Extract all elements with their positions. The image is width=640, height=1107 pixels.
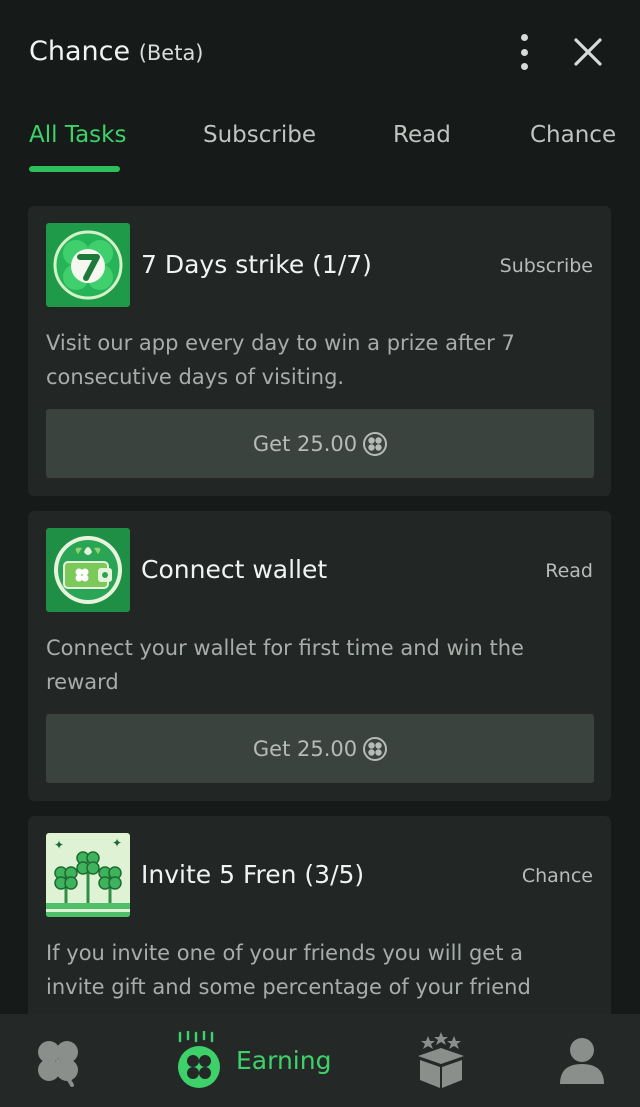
more-vertical-icon[interactable] (513, 34, 535, 70)
user-icon (560, 1037, 604, 1084)
get-reward-button[interactable]: Get 25.00 (46, 409, 594, 478)
bottom-navigation: Earning (0, 1014, 640, 1107)
svg-text:✦: ✦ (112, 836, 122, 850)
lucky-seven-clover-icon (46, 223, 130, 307)
task-title: Connect wallet (141, 555, 328, 584)
beta-label: (Beta) (138, 41, 204, 65)
clover-coin-icon (363, 736, 388, 761)
earning-clover-icon (178, 1030, 220, 1088)
clover-plants-icon: ✦ ✦ (46, 833, 130, 917)
nav-home[interactable] (32, 1014, 84, 1107)
tab-bar: All Tasks Subscribe Read Chance (0, 110, 640, 174)
clover-icon (38, 1040, 78, 1087)
get-reward-button[interactable]: Get 25.00 (46, 714, 594, 783)
close-icon[interactable] (570, 34, 606, 70)
nav-rewards[interactable] (412, 1014, 470, 1107)
task-description: Connect your wallet for first time and w… (46, 636, 524, 694)
task-card: ✦ ✦ Invite 5 Fren (3/5) Chance If you in… (28, 816, 611, 1014)
page-title: Chance (Beta) (29, 36, 204, 67)
task-description: If you invite one of your friends you wi… (46, 941, 531, 999)
clover-coin-icon (363, 431, 388, 456)
tab-all-tasks[interactable]: All Tasks (29, 122, 126, 148)
get-reward-label: Get 25.00 (252, 431, 358, 456)
task-category: Read (545, 560, 593, 582)
task-description: Visit our app every day to win a prize a… (46, 331, 515, 389)
tab-read[interactable]: Read (393, 122, 451, 148)
task-category: Subscribe (499, 255, 593, 277)
wallet-clover-icon (46, 528, 130, 612)
tab-subscribe[interactable]: Subscribe (203, 122, 316, 148)
task-title: Invite 5 Fren (3/5) (141, 860, 365, 889)
gift-box-icon (418, 1031, 464, 1088)
app-header: Chance (Beta) (0, 0, 640, 105)
task-card: 7 Days strike (1/7) Subscribe Visit our … (28, 206, 611, 496)
nav-earning-label: Earning (236, 1046, 332, 1075)
nav-profile[interactable] (558, 1014, 606, 1107)
task-category: Chance (521, 865, 593, 887)
active-tab-indicator (29, 166, 120, 172)
title-text: Chance (29, 36, 131, 67)
get-reward-label: Get 25.00 (252, 736, 358, 761)
svg-text:✦: ✦ (54, 838, 64, 852)
task-title: 7 Days strike (1/7) (141, 250, 372, 279)
tab-chance[interactable]: Chance (530, 122, 616, 148)
task-card: Connect wallet Read Connect your wallet … (28, 511, 611, 801)
nav-earning[interactable]: Earning (172, 1014, 331, 1107)
